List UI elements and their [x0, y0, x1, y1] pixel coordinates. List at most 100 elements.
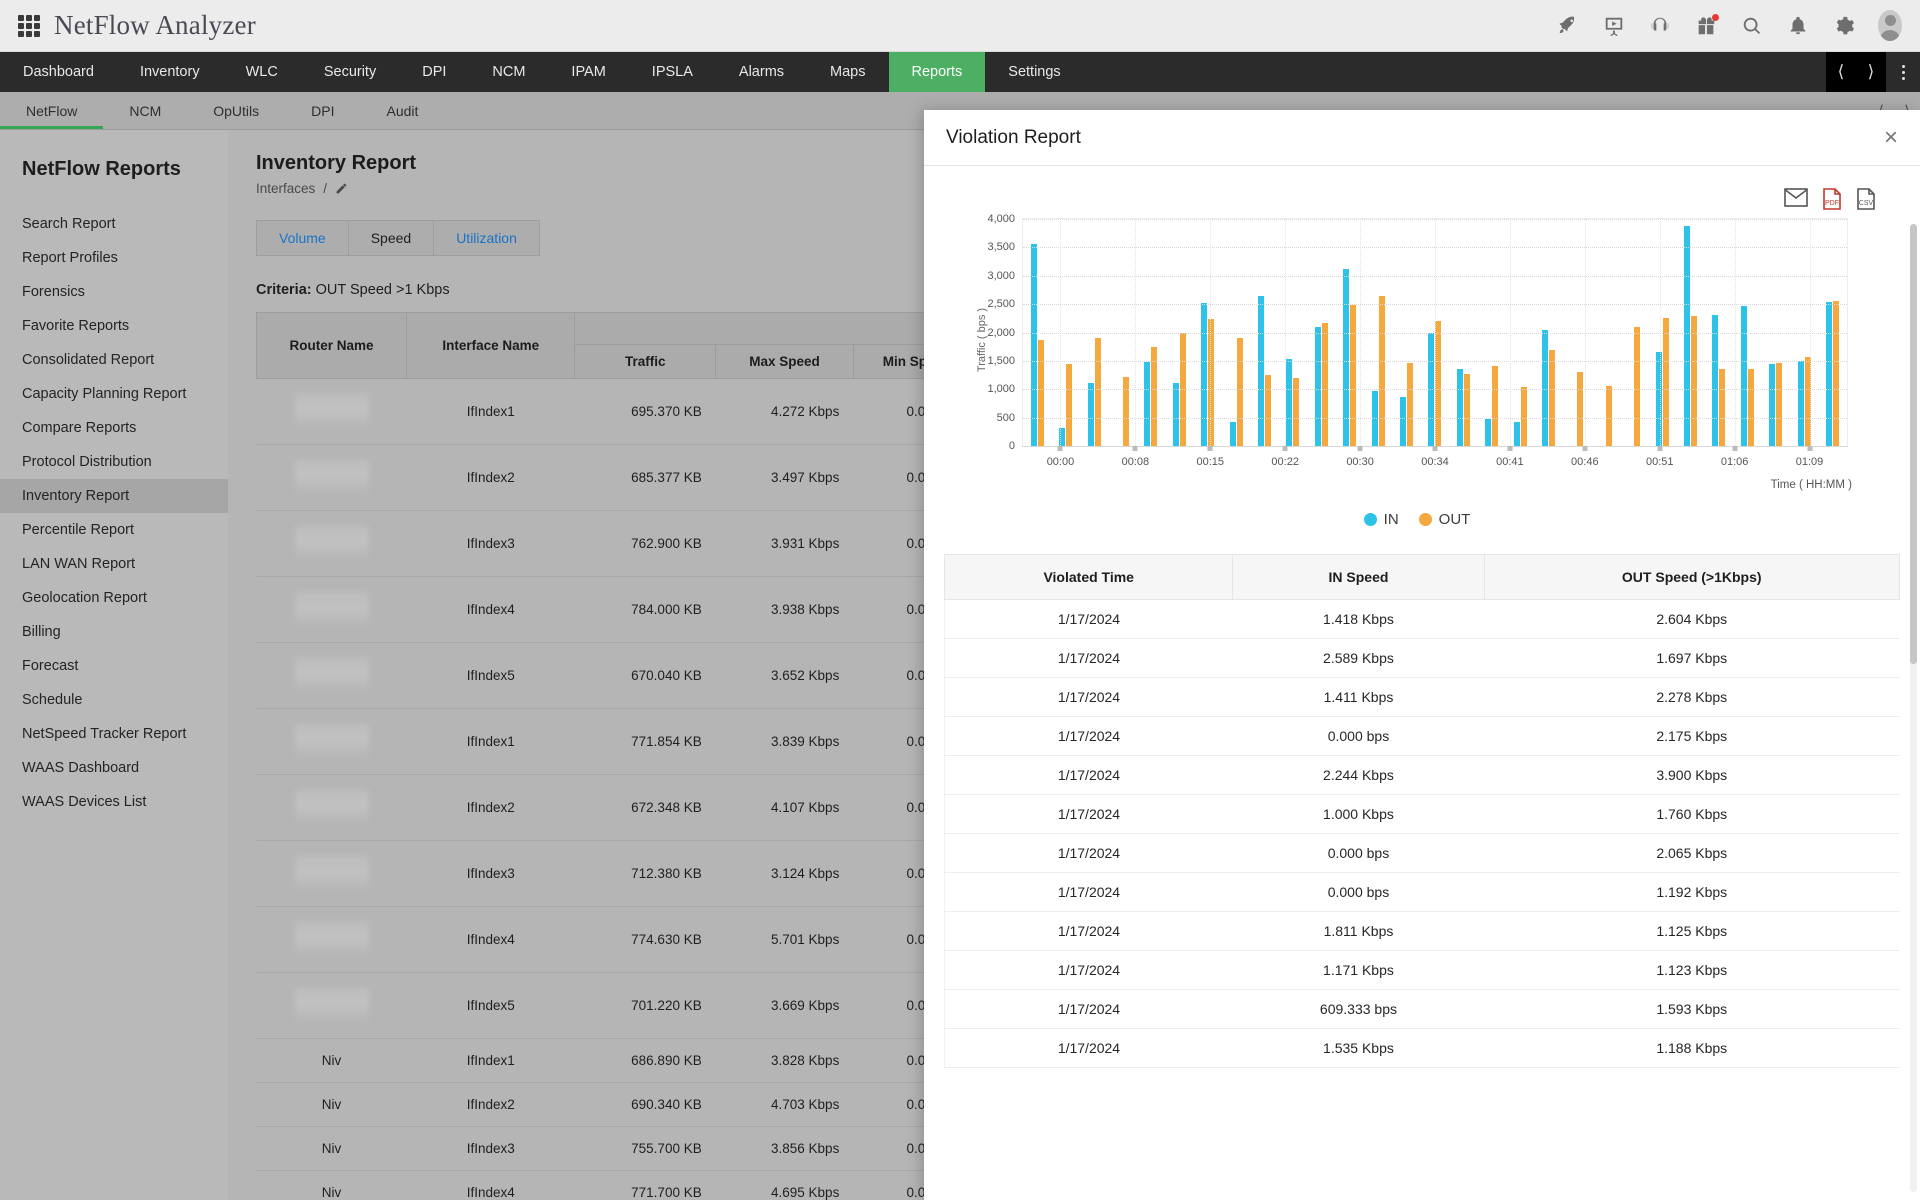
chart-bar-in[interactable] — [1286, 359, 1292, 446]
chart-bar-out[interactable] — [1066, 364, 1072, 446]
nav-ipsla[interactable]: IPSLA — [629, 52, 716, 92]
nav-more-icon[interactable] — [1886, 52, 1920, 92]
violation-table-row[interactable]: 1/17/20242.244 Kbps3.900 Kbps — [945, 756, 1900, 795]
nav-settings[interactable]: Settings — [985, 52, 1083, 92]
sidebar-item-compare-reports[interactable]: Compare Reports — [0, 411, 228, 445]
sidebar-item-inventory-report[interactable]: Inventory Report — [0, 479, 228, 513]
subnav-oputils[interactable]: OpUtils — [187, 92, 285, 129]
nav-alarms[interactable]: Alarms — [716, 52, 807, 92]
tab-speed[interactable]: Speed — [349, 221, 434, 255]
chart-bar-in[interactable] — [1173, 383, 1179, 446]
nav-inventory[interactable]: Inventory — [117, 52, 223, 92]
sidebar-item-netspeed-tracker-report[interactable]: NetSpeed Tracker Report — [0, 717, 228, 751]
nav-maps[interactable]: Maps — [807, 52, 888, 92]
chart-bar-in[interactable] — [1230, 422, 1236, 446]
chart-bar-out[interactable] — [1095, 338, 1101, 446]
presentation-icon[interactable] — [1602, 14, 1626, 38]
chart-bar-out[interactable] — [1379, 296, 1385, 446]
panel-scrollbar[interactable] — [1910, 224, 1917, 1192]
nav-dashboard[interactable]: Dashboard — [0, 52, 117, 92]
sidebar-item-protocol-distribution[interactable]: Protocol Distribution — [0, 445, 228, 479]
chart-bar-out[interactable] — [1833, 301, 1839, 446]
sidebar-item-consolidated-report[interactable]: Consolidated Report — [0, 343, 228, 377]
panel-scrollbar-thumb[interactable] — [1910, 224, 1917, 664]
rocket-icon[interactable] — [1556, 14, 1580, 38]
chart-bar-in[interactable] — [1684, 226, 1690, 446]
app-grid-icon[interactable] — [18, 15, 40, 37]
chart-bar-in[interactable] — [1343, 269, 1349, 446]
violation-col-violated-time[interactable]: Violated Time — [945, 555, 1233, 600]
col-interface-name[interactable]: Interface Name — [407, 313, 575, 379]
violation-col-out-speed[interactable]: OUT Speed (>1Kbps) — [1484, 555, 1900, 600]
sidebar-item-percentile-report[interactable]: Percentile Report — [0, 513, 228, 547]
nav-ipam[interactable]: IPAM — [548, 52, 628, 92]
subnav-dpi[interactable]: DPI — [285, 92, 360, 129]
chart-bar-in[interactable] — [1656, 352, 1662, 446]
chart-bar-in[interactable] — [1712, 315, 1718, 446]
violation-table-row[interactable]: 1/17/20240.000 bps1.192 Kbps — [945, 873, 1900, 912]
chart-bar-in[interactable] — [1798, 361, 1804, 446]
sidebar-item-report-profiles[interactable]: Report Profiles — [0, 241, 228, 275]
chart-bar-out[interactable] — [1748, 369, 1754, 446]
sidebar-item-capacity-planning-report[interactable]: Capacity Planning Report — [0, 377, 228, 411]
chart-bar-out[interactable] — [1521, 387, 1527, 446]
edit-pencil-icon[interactable] — [335, 182, 348, 195]
violation-table-row[interactable]: 1/17/20241.000 Kbps1.760 Kbps — [945, 795, 1900, 834]
chart-bar-in[interactable] — [1315, 327, 1321, 446]
violation-table-row[interactable]: 1/17/20242.589 Kbps1.697 Kbps — [945, 639, 1900, 678]
close-icon[interactable]: × — [1884, 126, 1898, 150]
sidebar-item-lan-wan-report[interactable]: LAN WAN Report — [0, 547, 228, 581]
tab-utilization[interactable]: Utilization — [434, 221, 539, 255]
chart-bar-out[interactable] — [1492, 366, 1498, 446]
chart-bar-out[interactable] — [1237, 338, 1243, 446]
chart-bar-out[interactable] — [1350, 305, 1356, 446]
violation-col-in-speed[interactable]: IN Speed — [1233, 555, 1484, 600]
violation-table-row[interactable]: 1/17/20241.535 Kbps1.188 Kbps — [945, 1029, 1900, 1068]
bell-icon[interactable] — [1786, 14, 1810, 38]
nav-security[interactable]: Security — [301, 52, 399, 92]
violation-table-row[interactable]: 1/17/20241.811 Kbps1.125 Kbps — [945, 912, 1900, 951]
chart-bar-in[interactable] — [1144, 362, 1150, 446]
chart-bar-out[interactable] — [1719, 369, 1725, 446]
chart-bar-out[interactable] — [1577, 372, 1583, 446]
chart-bar-in[interactable] — [1201, 303, 1207, 446]
violation-table-row[interactable]: 1/17/20241.418 Kbps2.604 Kbps — [945, 600, 1900, 639]
chart-bar-out[interactable] — [1464, 374, 1470, 446]
chart-bar-out[interactable] — [1549, 350, 1555, 446]
chart-bar-in[interactable] — [1031, 244, 1037, 446]
chart-bar-out[interactable] — [1435, 321, 1441, 446]
chart-bar-out[interactable] — [1322, 323, 1328, 446]
nav-ncm[interactable]: NCM — [469, 52, 548, 92]
chart-bar-in[interactable] — [1088, 383, 1094, 446]
nav-next-icon[interactable]: ⟩ — [1856, 52, 1886, 92]
chart-bar-out[interactable] — [1634, 327, 1640, 446]
sidebar-item-geolocation-report[interactable]: Geolocation Report — [0, 581, 228, 615]
col-router-name[interactable]: Router Name — [257, 313, 407, 379]
chart-bar-out[interactable] — [1265, 375, 1271, 446]
subnav-ncm[interactable]: NCM — [103, 92, 187, 129]
chart-bar-out[interactable] — [1776, 363, 1782, 446]
chart-bar-out[interactable] — [1407, 363, 1413, 446]
chart-bar-in[interactable] — [1826, 302, 1832, 446]
chart-bar-in[interactable] — [1258, 296, 1264, 446]
chart-bar-in[interactable] — [1741, 306, 1747, 446]
chart-bar-out[interactable] — [1606, 386, 1612, 446]
email-export-icon[interactable] — [1784, 188, 1808, 210]
legend-item-out[interactable]: OUT — [1419, 511, 1471, 528]
gear-icon[interactable] — [1832, 14, 1856, 38]
avatar[interactable] — [1878, 14, 1902, 38]
sidebar-item-waas-devices-list[interactable]: WAAS Devices List — [0, 785, 228, 819]
chart-bar-out[interactable] — [1123, 377, 1129, 446]
nav-dpi[interactable]: DPI — [399, 52, 469, 92]
chart-bar-out[interactable] — [1293, 378, 1299, 446]
chart-bar-in[interactable] — [1542, 330, 1548, 446]
col-traffic[interactable]: Traffic — [575, 345, 716, 379]
violation-table-row[interactable]: 1/17/20241.411 Kbps2.278 Kbps — [945, 678, 1900, 717]
subnav-audit[interactable]: Audit — [361, 92, 445, 129]
legend-item-in[interactable]: IN — [1364, 511, 1399, 528]
headset-icon[interactable] — [1648, 14, 1672, 38]
gift-icon[interactable] — [1694, 14, 1718, 38]
pdf-export-icon[interactable]: PDF — [1822, 188, 1842, 210]
violation-table-row[interactable]: 1/17/20241.171 Kbps1.123 Kbps — [945, 951, 1900, 990]
sidebar-item-search-report[interactable]: Search Report — [0, 207, 228, 241]
